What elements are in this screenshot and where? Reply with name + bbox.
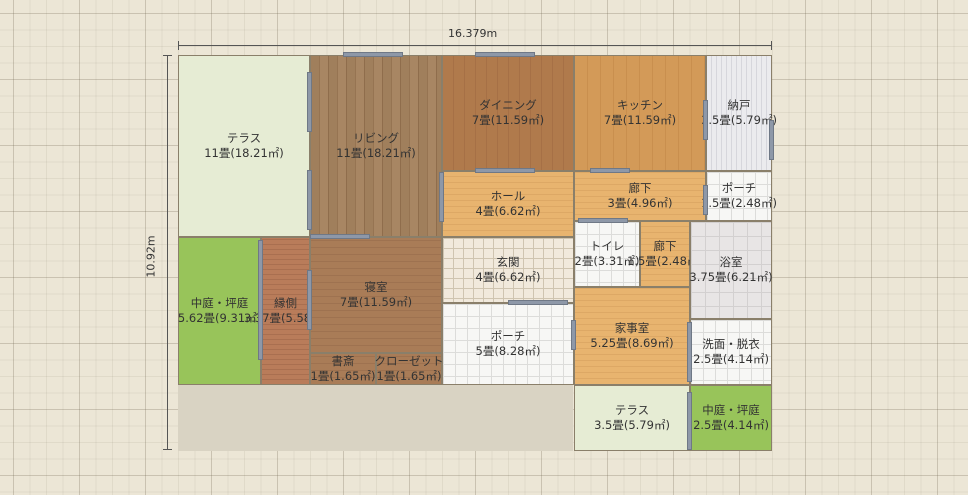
door-engawa-bedroom [307,270,312,330]
room-bedroom[interactable]: 寝室 7畳(11.59㎡) [310,237,442,353]
room-porch-ne[interactable]: ポーチ 1.5畳(2.48㎡) [701,171,777,221]
room-courtyard-se[interactable]: 中庭・坪庭 2.5畳(4.14㎡) [690,385,772,451]
room-name: 縁側 [274,296,297,310]
height-dimension-line [167,55,168,450]
room-name: リビング [353,131,399,145]
width-dimension-line [178,45,772,46]
room-engawa[interactable]: 縁側 3.37畳(5.58㎡) [244,237,327,385]
room-name: 玄関 [496,255,520,269]
room-name: 寝室 [364,280,388,294]
room-corridor-1[interactable]: 廊下 3畳(4.96㎡) [574,171,706,221]
room-name: 中庭・坪庭 [190,296,249,310]
door-porch-ne [703,185,708,215]
width-dimension-tick-right [771,41,772,50]
room-washroom[interactable]: 洗面・脱衣 2.5畳(4.14㎡) [690,319,772,385]
room-area: 3畳(4.96㎡) [607,196,673,210]
room-name: 廊下 [628,181,652,195]
room-storage[interactable]: 納戸 3.5畳(5.79㎡) [701,55,777,171]
room-name: ポーチ [490,329,526,343]
window-living-left [307,72,312,132]
room-area: 3.75畳(6.21㎡) [689,270,773,284]
room-name: トイレ [589,239,625,253]
window-living-top [343,52,403,57]
room-entrance[interactable]: 玄関 4畳(6.62㎡) [442,237,574,303]
door-toilet [578,218,628,223]
room-area: 1.5畳(2.48㎡) [701,196,777,210]
room-living[interactable]: リビング 11畳(18.21㎡) [310,55,442,237]
window-engawa [258,240,263,360]
room-name: 納戸 [727,98,751,112]
room-hall[interactable]: ホール 4畳(6.62㎡) [442,171,574,237]
window-living-left-lower [307,170,312,230]
room-bath[interactable]: 浴室 3.75畳(6.21㎡) [689,221,773,319]
door-living-dining [439,172,444,222]
window-storage-right [769,120,774,160]
room-name: 洗面・脱衣 [702,337,760,351]
room-area: 5畳(8.28㎡) [475,344,541,358]
room-name: ダイニング [479,98,537,112]
height-dimension-tick-bottom [163,449,172,450]
room-area: 11畳(18.21㎡) [204,146,284,160]
room-area: 4畳(6.62㎡) [475,204,541,218]
door-courtyard-se [687,392,692,450]
door-entrance [508,300,568,305]
door-storage [703,100,708,140]
window-dining-top [475,52,535,57]
room-area: 7畳(11.59㎡) [339,295,413,309]
door-bedroom [310,234,370,239]
room-terrace-nw[interactable]: テラス 11畳(18.21㎡) [178,55,310,237]
room-name: ポーチ [721,181,757,195]
room-name: 廊下 [653,239,677,253]
door-kitchen-corridor [590,168,630,173]
room-name: クローゼット [374,354,444,368]
room-corridor-2[interactable]: 廊下 1.5畳(2.48㎡) [627,221,703,287]
room-name: キッチン [617,98,663,112]
door-bath [687,322,692,382]
door-dining-hall [475,168,535,173]
room-housework[interactable]: 家事室 5.25畳(8.69㎡) [574,287,690,385]
room-name: 中庭・坪庭 [702,403,760,417]
door-housework [571,320,576,350]
room-name: 浴室 [719,255,743,269]
room-area: 3.5畳(5.79㎡) [701,113,777,127]
room-area: 3.5畳(5.79㎡) [594,418,670,432]
room-closet[interactable]: クローゼット 1畳(1.65㎡) [374,353,444,385]
room-name: 書斎 [331,354,355,368]
room-area: 1畳(1.65㎡) [310,369,376,383]
room-kitchen[interactable]: キッチン 7畳(11.59㎡) [574,55,706,171]
room-area: 4畳(6.62㎡) [475,270,541,284]
height-dimension-tick-top [163,55,172,56]
room-porch-s[interactable]: ポーチ 5畳(8.28㎡) [442,303,574,385]
lot-area [178,385,573,451]
room-terrace-s[interactable]: テラス 3.5畳(5.79㎡) [574,385,690,451]
room-area: 5.25畳(8.69㎡) [590,336,674,350]
room-area: 7畳(11.59㎡) [603,113,677,127]
room-name: 家事室 [614,321,650,335]
room-area: 11畳(18.21㎡) [336,146,416,160]
height-dimension-label: 10.92m [144,235,158,278]
width-dimension-tick-left [178,41,179,50]
room-name: ホール [490,189,526,203]
room-area: 2.5畳(4.14㎡) [693,418,769,432]
room-area: 7畳(11.59㎡) [471,113,545,127]
room-study[interactable]: 書斎 1畳(1.65㎡) [310,353,376,385]
room-name: テラス [226,131,262,145]
room-area: 2.5畳(4.14㎡) [693,352,769,366]
room-dining[interactable]: ダイニング 7畳(11.59㎡) [442,55,574,171]
width-dimension-label: 16.379m [448,27,498,40]
room-name: テラス [614,403,650,417]
room-area: 1畳(1.65㎡) [376,369,442,383]
